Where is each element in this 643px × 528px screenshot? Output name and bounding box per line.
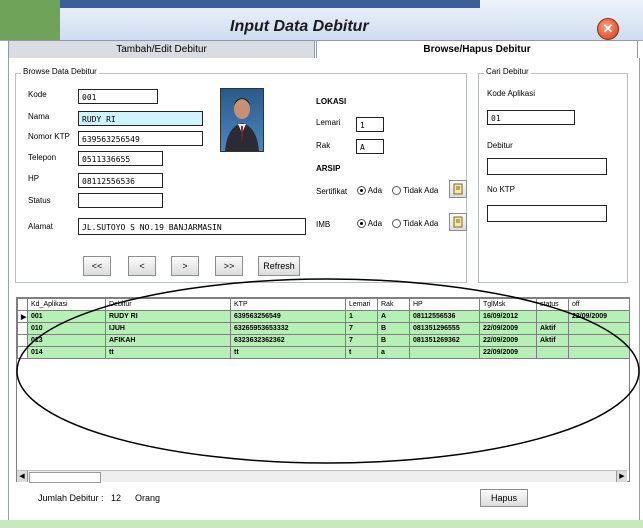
annotation-ellipse	[16, 278, 640, 464]
orang-label: Orang	[135, 493, 161, 503]
hapus-button[interactable]: Hapus	[480, 489, 528, 507]
window-bottom-border	[0, 520, 643, 528]
jumlah-value: 12	[111, 493, 122, 503]
annotation-ellipse-shape	[16, 278, 640, 464]
jumlah-label: Jumlah Debitur :	[38, 493, 104, 503]
